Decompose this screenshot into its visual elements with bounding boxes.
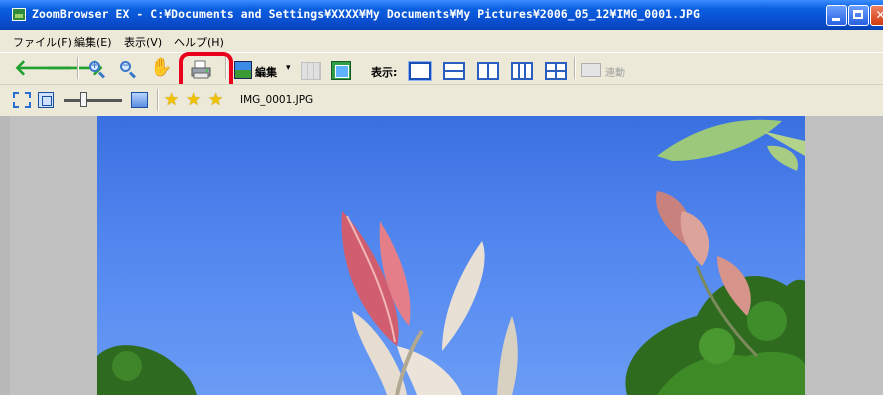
image-edit-icon[interactable] — [234, 61, 252, 79]
edit-dropdown-icon[interactable]: ▾ — [286, 63, 291, 73]
view-layout-grid-icon[interactable] — [545, 62, 567, 80]
close-icon: ✕ — [875, 8, 883, 22]
star-icon[interactable]: ★ — [208, 92, 223, 109]
minimize-icon — [832, 18, 840, 21]
zoom-out-icon[interactable]: − — [120, 61, 137, 79]
app-icon — [12, 8, 26, 21]
zoom-slider-track[interactable] — [64, 99, 122, 102]
zoom-in-icon[interactable]: + — [89, 61, 106, 79]
slideshow-icon[interactable] — [131, 92, 148, 108]
edit-label[interactable]: 編集 — [255, 64, 277, 80]
viewer-left-border — [0, 116, 10, 395]
view-label: 表示: — [371, 66, 398, 79]
menu-bar: ファイル(F) 編集(E) 表示(V) ヘルプ(H) — [0, 30, 883, 52]
toolbar-separator — [77, 57, 79, 79]
app-window: ZoomBrowser EX - C:¥Documents and Settin… — [0, 0, 883, 395]
toolbar-separator — [574, 57, 576, 79]
fit-screen-icon[interactable] — [13, 92, 31, 108]
view-layout-vertical-icon[interactable] — [477, 62, 499, 80]
view-layout-single-icon[interactable] — [409, 62, 431, 80]
toolbar-separator — [225, 57, 227, 79]
filename-label: IMG_0001.JPG — [240, 94, 314, 106]
photo[interactable] — [97, 116, 805, 395]
sync-icon[interactable] — [581, 63, 601, 77]
zoom-slider-thumb[interactable] — [80, 92, 87, 107]
menu-edit[interactable]: 編集(E) — [74, 34, 112, 50]
title-bar[interactable]: ZoomBrowser EX - C:¥Documents and Settin… — [0, 0, 883, 30]
actual-size-icon[interactable] — [38, 92, 54, 108]
menu-help[interactable]: ヘルプ(H) — [174, 34, 224, 50]
menu-file[interactable]: ファイル(F) — [13, 34, 72, 50]
window-title: ZoomBrowser EX - C:¥Documents and Settin… — [32, 7, 700, 21]
menu-view[interactable]: 表示(V) — [124, 34, 162, 50]
preview-icon[interactable] — [331, 61, 351, 80]
toolbar-separator — [157, 89, 159, 111]
thumbnail-view-icon[interactable] — [301, 62, 321, 80]
view-layout-three-icon[interactable] — [511, 62, 533, 80]
sync-label[interactable]: 連動 — [605, 64, 625, 79]
star-icon[interactable]: ★ — [186, 92, 201, 109]
view-layout-horizontal-icon[interactable] — [443, 62, 465, 80]
photo-artwork — [97, 119, 805, 395]
minimize-button[interactable] — [826, 5, 847, 26]
viewer-right-margin — [805, 116, 883, 395]
maximize-button[interactable] — [848, 5, 869, 26]
close-button[interactable]: ✕ — [870, 5, 883, 26]
hand-pan-icon[interactable]: ✋ — [150, 58, 172, 78]
maximize-icon — [853, 10, 863, 19]
star-icon[interactable]: ★ — [164, 92, 179, 109]
